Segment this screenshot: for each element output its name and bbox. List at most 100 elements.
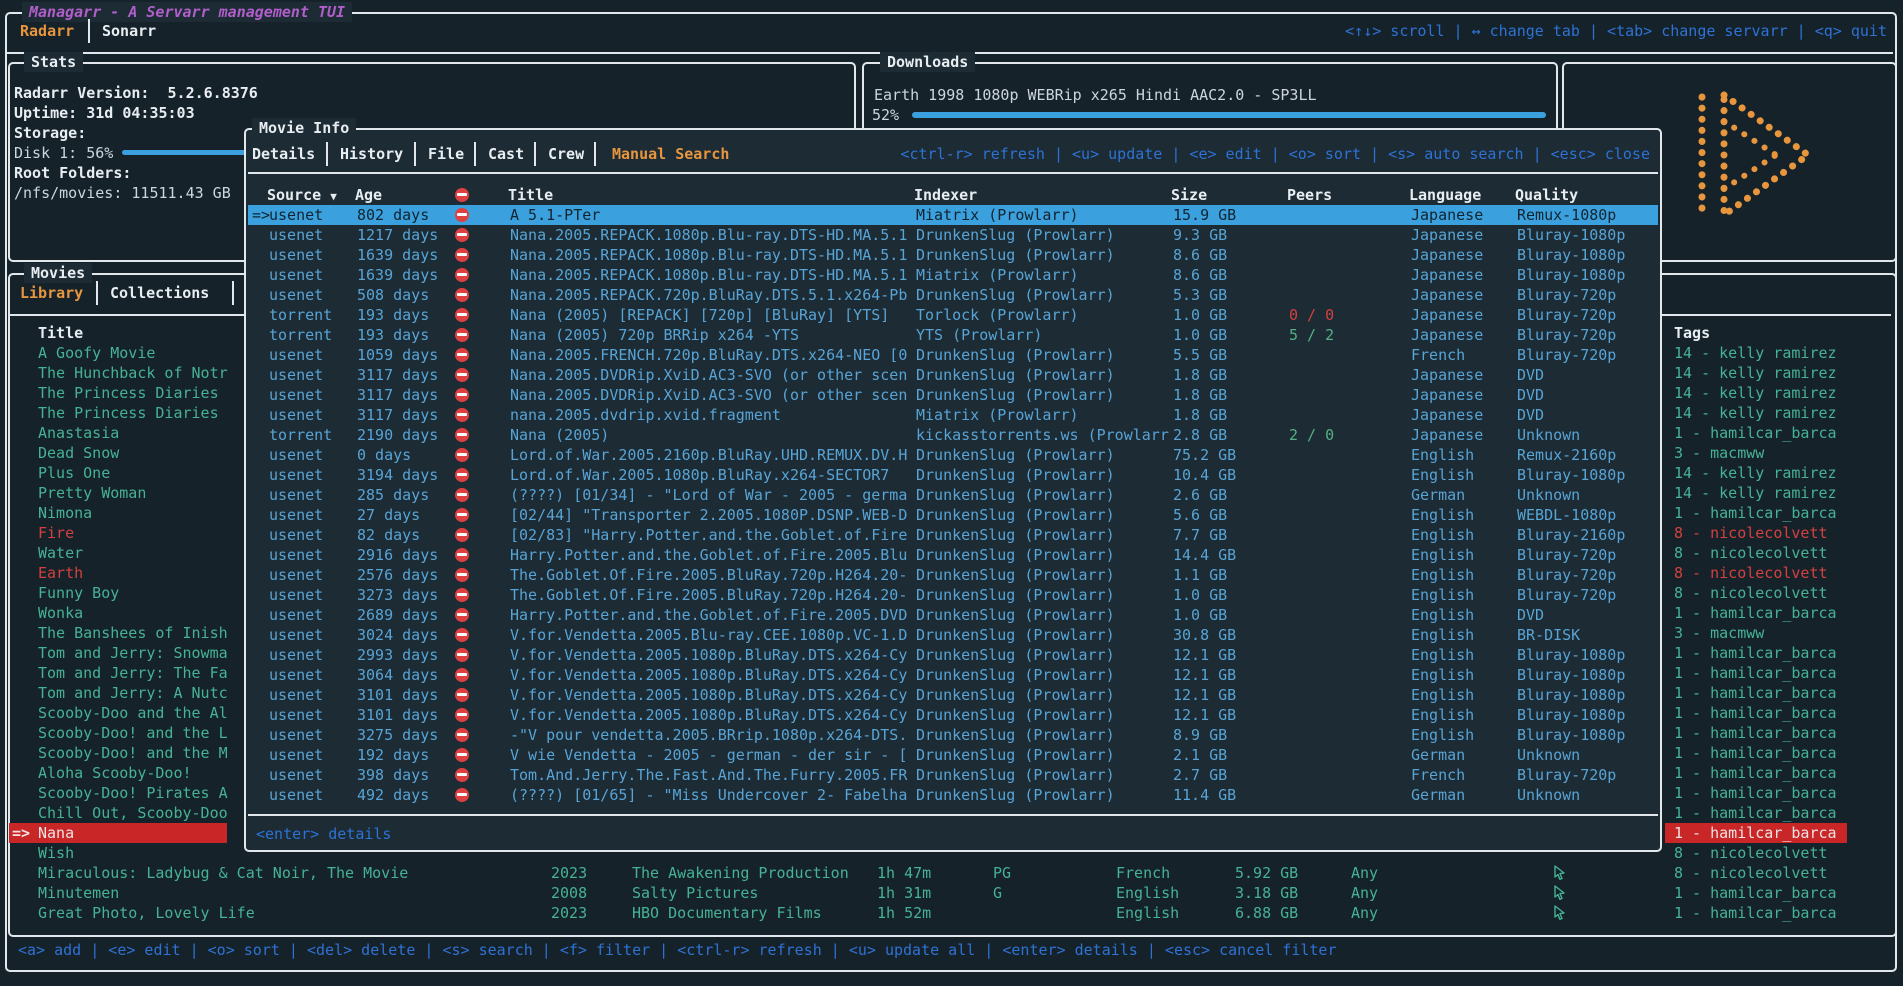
cell-source: usenet <box>269 245 323 265</box>
modal-tab-manual-search[interactable]: Manual Search <box>612 144 729 164</box>
tab-collections[interactable]: Collections <box>110 283 209 303</box>
search-result-row[interactable]: usenet3024 daysV.for.Vendetta.2005.Blu-r… <box>248 625 1658 645</box>
cell-source: usenet <box>269 605 323 625</box>
modal-tab-file[interactable]: File <box>428 144 464 164</box>
cell-indexer: DrunkenSlug (Prowlarr) <box>916 285 1115 305</box>
movie-tag: 1 - hamilcar_barca <box>1674 423 1837 443</box>
search-result-row[interactable]: usenet3101 daysV.for.Vendetta.2005.1080p… <box>248 705 1658 725</box>
movie-year: 2023 <box>551 863 587 883</box>
search-result-row[interactable]: usenet1639 daysNana.2005.REPACK.1080p.Bl… <box>248 245 1658 265</box>
cell-age: 192 days <box>357 745 429 765</box>
search-result-row[interactable]: usenet192 daysV wie Vendetta - 2005 - ge… <box>248 745 1658 765</box>
movie-title: Wonka <box>38 603 83 623</box>
search-result-row[interactable]: torrent193 daysNana (2005) [REPACK] [720… <box>248 305 1658 325</box>
cell-title: V.for.Vendetta.2005.1080p.BluRay.DTS.x26… <box>510 685 907 705</box>
movie-list-row[interactable]: Minutemen1 - hamilcar_barca2008Salty Pic… <box>0 883 1903 903</box>
search-result-row[interactable]: usenet3194 daysLord.of.War.2005.1080p.Bl… <box>248 465 1658 485</box>
column-quality[interactable]: Quality <box>1515 185 1578 205</box>
movie-title: The Princess Diaries <box>38 383 219 403</box>
cell-indexer: YTS (Prowlarr) <box>916 325 1042 345</box>
cell-source: usenet <box>269 365 323 385</box>
search-result-row[interactable]: torrent193 daysNana (2005) 720p BRRip x2… <box>248 325 1658 345</box>
stats-title: Stats <box>24 52 83 72</box>
search-result-row[interactable]: usenet2916 daysHarry.Potter.and.the.Gobl… <box>248 545 1658 565</box>
search-result-row[interactable]: usenet2689 daysHarry.Potter.and.the.Gobl… <box>248 605 1658 625</box>
movie-title: Nimona <box>38 503 92 523</box>
modal-tab-cast[interactable]: Cast <box>488 144 524 164</box>
tab-sonarr[interactable]: Sonarr <box>102 21 156 41</box>
cell-title: Nana.2005.REPACK.1080p.Blu-ray.DTS-HD.MA… <box>510 225 907 245</box>
movie-title: Tom and Jerry: The Fa <box>38 663 228 683</box>
movies-tags-header: Tags <box>1674 323 1710 343</box>
column-source[interactable]: Source ▼ <box>267 185 337 207</box>
modal-tab-crew[interactable]: Crew <box>548 144 584 164</box>
modal-tab-details[interactable]: Details <box>252 144 315 164</box>
search-result-row[interactable]: usenet3275 days-"V pour vendetta.2005.BR… <box>248 725 1658 745</box>
cell-age: 2916 days <box>357 545 438 565</box>
search-result-row[interactable]: =>usenet802 daysA 5.1-PTerMiatrix (Prowl… <box>248 205 1658 225</box>
tab-library[interactable]: Library <box>20 283 83 303</box>
cell-age: 2993 days <box>357 645 438 665</box>
search-result-row[interactable]: usenet1217 daysNana.2005.REPACK.1080p.Bl… <box>248 225 1658 245</box>
cell-language: Japanese <box>1411 305 1483 325</box>
root-folder-value: /nfs/movies: 11511.43 GB <box>14 183 231 203</box>
cell-quality: Unknown <box>1517 745 1580 765</box>
column-language[interactable]: Language <box>1409 185 1481 205</box>
cell-language: Japanese <box>1411 265 1483 285</box>
search-result-row[interactable]: torrent2190 daysNana (2005)kickasstorren… <box>248 425 1658 445</box>
movie-list-row[interactable]: Great Photo, Lovely Life1 - hamilcar_bar… <box>0 903 1903 923</box>
tab-radarr[interactable]: Radarr <box>20 21 74 41</box>
cell-quality: Unknown <box>1517 485 1580 505</box>
column-indexer[interactable]: Indexer <box>914 185 977 205</box>
cell-size: 14.4 GB <box>1173 545 1236 565</box>
cell-indexer: DrunkenSlug (Prowlarr) <box>916 565 1115 585</box>
search-result-row[interactable]: usenet82 days[02/83] "Harry.Potter.and.t… <box>248 525 1658 545</box>
rejected-column-icon <box>455 188 469 202</box>
movie-quality-profile: Any <box>1351 903 1378 923</box>
search-result-row[interactable]: usenet508 daysNana.2005.REPACK.720p.BluR… <box>248 285 1658 305</box>
modal-tab-history[interactable]: History <box>340 144 403 164</box>
cell-language: Japanese <box>1411 245 1483 265</box>
cell-size: 1.0 GB <box>1173 305 1227 325</box>
movie-tag: 14 - kelly ramirez <box>1674 483 1837 503</box>
cell-source: usenet <box>269 585 323 605</box>
rejected-icon <box>455 228 469 242</box>
cell-language: English <box>1411 545 1474 565</box>
movie-tag: 14 - kelly ramirez <box>1674 463 1837 483</box>
column-size[interactable]: Size <box>1171 185 1207 205</box>
movie-year: 2008 <box>551 883 587 903</box>
search-result-row[interactable]: usenet3064 daysV.for.Vendetta.2005.1080p… <box>248 665 1658 685</box>
rejected-icon <box>455 428 469 442</box>
search-result-row[interactable]: usenet3101 daysV.for.Vendetta.2005.1080p… <box>248 685 1658 705</box>
search-result-row[interactable]: usenet3117 daysnana.2005.dvdrip.xvid.fra… <box>248 405 1658 425</box>
column-age[interactable]: Age <box>355 185 382 205</box>
movie-list-row[interactable]: Miraculous: Ladybug & Cat Noir, The Movi… <box>0 863 1903 883</box>
modal-tab-divider <box>326 142 328 166</box>
cell-size: 9.3 GB <box>1173 225 1227 245</box>
search-result-row[interactable]: usenet2993 daysV.for.Vendetta.2005.1080p… <box>248 645 1658 665</box>
search-result-row[interactable]: usenet1639 daysNana.2005.REPACK.1080p.Bl… <box>248 265 1658 285</box>
rejected-icon <box>455 668 469 682</box>
search-result-row[interactable]: usenet492 days(????) [01/65] - "Miss Und… <box>248 785 1658 805</box>
cell-age: 1059 days <box>357 345 438 365</box>
search-result-row[interactable]: usenet27 days[02/44] "Transporter 2.2005… <box>248 505 1658 525</box>
search-result-row[interactable]: usenet0 daysLord.of.War.2005.2160p.BluRa… <box>248 445 1658 465</box>
column-peers[interactable]: Peers <box>1287 185 1332 205</box>
search-result-row[interactable]: usenet3273 daysThe.Goblet.Of.Fire.2005.B… <box>248 585 1658 605</box>
monitored-cursor-icon <box>1553 885 1566 905</box>
movie-tag: 14 - kelly ramirez <box>1674 363 1837 383</box>
search-result-row[interactable]: usenet285 days(????) [01/34] - "Lord of … <box>248 485 1658 505</box>
rejected-icon <box>455 408 469 422</box>
search-result-row[interactable]: usenet3117 daysNana.2005.DVDRip.XviD.AC3… <box>248 365 1658 385</box>
cell-quality: Bluray-720p <box>1517 305 1616 325</box>
search-result-row[interactable]: usenet3117 daysNana.2005.DVDRip.XviD.AC3… <box>248 385 1658 405</box>
cell-title: Lord.of.War.2005.2160p.BluRay.UHD.REMUX.… <box>510 445 907 465</box>
modal-tab-divider <box>534 142 536 166</box>
search-result-row[interactable]: usenet2576 daysThe.Goblet.Of.Fire.2005.B… <box>248 565 1658 585</box>
search-result-row[interactable]: usenet1059 daysNana.2005.FRENCH.720p.Blu… <box>248 345 1658 365</box>
cell-quality: Bluray-720p <box>1517 545 1616 565</box>
column-title[interactable]: Title <box>508 185 553 205</box>
search-result-row[interactable]: usenet398 daysTom.And.Jerry.The.Fast.And… <box>248 765 1658 785</box>
cell-title: Nana.2005.FRENCH.720p.BluRay.DTS.x264-NE… <box>510 345 907 365</box>
cell-quality: DVD <box>1517 365 1544 385</box>
